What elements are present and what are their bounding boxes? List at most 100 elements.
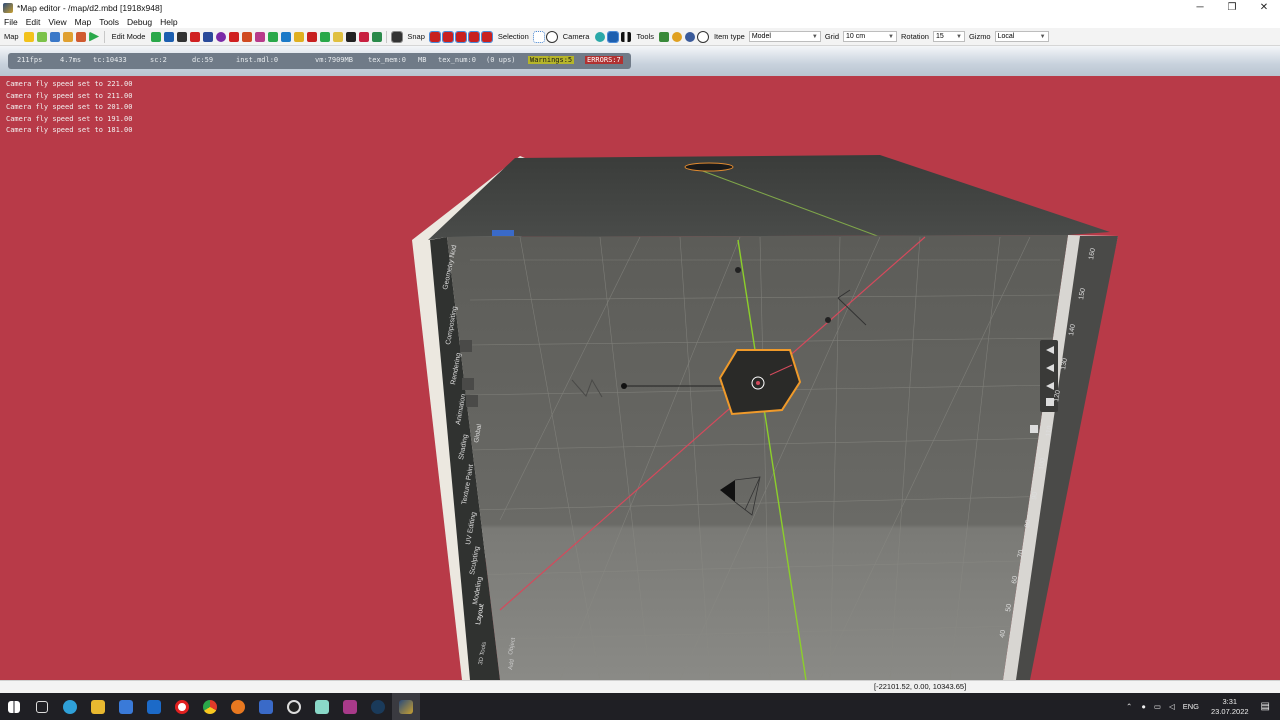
- light-icon[interactable]: [293, 31, 304, 42]
- tab-texture-paint[interactable]: Texture Paint: [461, 464, 475, 506]
- nav-control-icon[interactable]: [1030, 425, 1038, 433]
- snap-edge-icon[interactable]: [468, 30, 481, 43]
- box-select-icon[interactable]: [533, 30, 546, 43]
- save-disk-icon[interactable]: [252, 693, 280, 720]
- tab-sculpting[interactable]: Sculpting: [469, 546, 481, 576]
- network-icon[interactable]: ▭: [1154, 702, 1161, 711]
- notes-icon[interactable]: [308, 693, 336, 720]
- export-icon[interactable]: [63, 31, 74, 42]
- menu-debug[interactable]: Debug: [123, 17, 156, 27]
- tab-uv-editing[interactable]: UV Editing: [465, 511, 478, 545]
- nav-control-icon[interactable]: [1046, 346, 1054, 354]
- group-icon[interactable]: [345, 31, 356, 42]
- light-point[interactable]: [621, 383, 627, 389]
- grid-tool-icon[interactable]: [659, 31, 670, 42]
- lasso-select-icon[interactable]: [546, 30, 559, 43]
- obs-icon[interactable]: [280, 693, 308, 720]
- play-icon[interactable]: [89, 31, 100, 42]
- tab-rendering[interactable]: Rendering: [450, 352, 463, 385]
- snap-grid-icon[interactable]: [429, 30, 442, 43]
- star-icon[interactable]: [24, 31, 35, 42]
- rotate-left-icon[interactable]: [241, 31, 252, 42]
- task-view-icon[interactable]: [28, 693, 56, 720]
- save-icon[interactable]: [50, 31, 61, 42]
- minimize-button[interactable]: ─: [1184, 0, 1216, 15]
- move-icon[interactable]: [163, 31, 174, 42]
- chrome-icon[interactable]: [196, 693, 224, 720]
- nav-control-icon[interactable]: [1046, 382, 1054, 390]
- new-map-icon[interactable]: [37, 31, 48, 42]
- grid-select[interactable]: 10 cm ▼: [843, 31, 897, 42]
- sun-icon[interactable]: [672, 31, 683, 42]
- menu-add[interactable]: Add: [508, 659, 516, 671]
- raise-icon[interactable]: [319, 31, 330, 42]
- rotation-select[interactable]: 15 ▼: [932, 31, 965, 42]
- pause-icon[interactable]: [620, 31, 631, 42]
- edge-icon[interactable]: [56, 693, 84, 720]
- tool-icon[interactable]: [462, 378, 474, 390]
- snap-rotate-icon[interactable]: [481, 30, 494, 43]
- tab-layout[interactable]: Layout: [475, 603, 486, 625]
- tool-icon[interactable]: [466, 395, 478, 407]
- yandex-icon[interactable]: [168, 693, 196, 720]
- menu-view[interactable]: View: [44, 17, 70, 27]
- header-active-tab[interactable]: [492, 230, 514, 236]
- errors-badge[interactable]: ERRORS:7: [585, 56, 623, 64]
- snap-surface-icon[interactable]: [442, 30, 455, 43]
- windows-start-icon[interactable]: [0, 693, 28, 720]
- blender-icon[interactable]: [224, 693, 252, 720]
- notification-icon[interactable]: ▤: [1261, 701, 1270, 712]
- microphone-icon[interactable]: ●: [1141, 702, 1146, 711]
- tab-shading[interactable]: Shading: [458, 434, 469, 461]
- layers-icon[interactable]: [332, 31, 343, 42]
- tree-icon[interactable]: [371, 31, 382, 42]
- gizmo-select[interactable]: Local ▼: [994, 31, 1049, 42]
- camera-object[interactable]: [720, 480, 735, 502]
- nav-control-icon[interactable]: [1046, 398, 1054, 406]
- menu-map[interactable]: Map: [71, 17, 96, 27]
- map-editor-taskbar-icon[interactable]: [392, 693, 420, 720]
- transform-orientation-label[interactable]: Global: [473, 423, 483, 443]
- rotate-right-icon[interactable]: [254, 31, 265, 42]
- close-button[interactable]: ✕: [1248, 0, 1280, 15]
- tab-geometry-nodes[interactable]: Geometry Nod: [442, 244, 458, 290]
- store-icon[interactable]: [112, 693, 140, 720]
- snap-vertex-icon[interactable]: [455, 30, 468, 43]
- archiver-icon[interactable]: [336, 693, 364, 720]
- sound-icon[interactable]: [390, 30, 403, 43]
- speaker-icon[interactable]: ◁: [1169, 702, 1175, 711]
- tab-compositing[interactable]: Compositing: [445, 306, 459, 346]
- menu-help[interactable]: Help: [156, 17, 181, 27]
- drop-icon[interactable]: [306, 31, 317, 42]
- item-type-select[interactable]: Model ▼: [748, 31, 821, 42]
- sidebar-3d-tools[interactable]: 3D Tools: [478, 641, 488, 665]
- tab-modeling[interactable]: Modeling: [472, 576, 484, 605]
- camera-fly-icon[interactable]: [606, 30, 619, 43]
- tab-animation[interactable]: Animation: [455, 393, 467, 425]
- camera-orbit-icon[interactable]: [594, 31, 605, 42]
- search-icon[interactable]: [697, 30, 710, 43]
- tool-icon[interactable]: [460, 340, 472, 352]
- nav-control-icon[interactable]: [1046, 364, 1054, 372]
- chevron-up-icon[interactable]: ⌃: [1126, 702, 1132, 711]
- restore-button[interactable]: ❐: [1216, 0, 1248, 15]
- warnings-badge[interactable]: Warnings:5: [528, 56, 575, 64]
- add-icon[interactable]: [150, 31, 161, 42]
- flag-icon[interactable]: [228, 31, 239, 42]
- properties-icon[interactable]: [202, 31, 213, 42]
- delete-icon[interactable]: [189, 31, 200, 42]
- menu-edit[interactable]: Edit: [22, 17, 45, 27]
- menu-object[interactable]: Object: [508, 637, 517, 655]
- language-indicator[interactable]: ENG: [1183, 702, 1199, 711]
- steam-icon[interactable]: [364, 693, 392, 720]
- selected-object[interactable]: [718, 349, 802, 416]
- clock[interactable]: 3:31 23.07.2022: [1211, 697, 1249, 717]
- menu-tools[interactable]: Tools: [95, 17, 123, 27]
- empty-object[interactable]: [825, 317, 831, 323]
- mail-icon[interactable]: [140, 693, 168, 720]
- import-icon[interactable]: [76, 31, 87, 42]
- object-x-handle[interactable]: [769, 364, 793, 376]
- menu-file[interactable]: File: [0, 17, 22, 27]
- file-explorer-icon[interactable]: [84, 693, 112, 720]
- vehicle-icon[interactable]: [358, 31, 369, 42]
